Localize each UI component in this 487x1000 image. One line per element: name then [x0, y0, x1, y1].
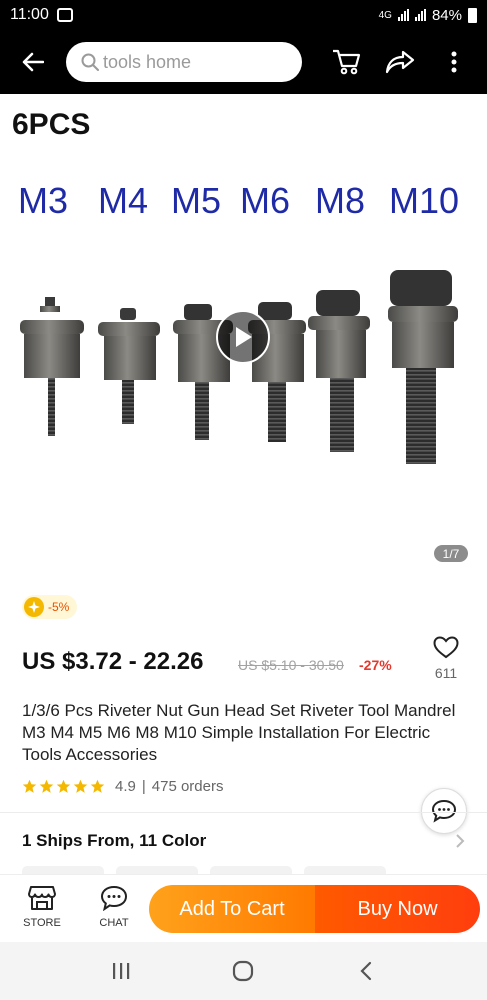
signal-icon: [397, 9, 409, 21]
search-placeholder: tools home: [103, 51, 192, 72]
bottom-action-bar: STORE CHAT Add To Cart Buy Now: [0, 874, 487, 942]
coin-star-icon: [24, 597, 44, 617]
rating-value: 4.9: [115, 778, 136, 795]
store-icon: [28, 886, 56, 910]
off-percent: -27%: [359, 657, 392, 673]
back-arrow-icon: [22, 52, 44, 72]
signal-icon-2: [414, 9, 426, 21]
search-input[interactable]: tools home: [66, 42, 302, 82]
rating-separator: |: [141, 778, 146, 795]
chat-button[interactable]: CHAT: [90, 885, 138, 929]
product-gallery[interactable]: 6PCS M3 M4 M5 M6 M8 M10 1/7: [0, 94, 487, 578]
cart-icon: [333, 49, 361, 75]
product-title: 1/3/6 Pcs Riveter Nut Gun Head Set Rivet…: [22, 701, 456, 764]
network-label: 4G: [378, 9, 392, 21]
notification-icon: [56, 8, 73, 22]
orders-count: 475 orders: [151, 778, 224, 795]
price: US $3.72 - 22.26: [22, 648, 204, 675]
chat-icon: [100, 885, 128, 911]
cart-button[interactable]: [326, 42, 366, 82]
star-icon: [22, 779, 37, 793]
recent-apps-button[interactable]: [101, 951, 141, 991]
wishlist-count: 611: [434, 665, 458, 681]
status-time: 11:00: [10, 6, 49, 23]
play-icon: [236, 327, 252, 347]
message-button[interactable]: [421, 788, 467, 834]
store-button[interactable]: STORE: [18, 885, 66, 929]
back-button[interactable]: [0, 30, 66, 94]
star-icon: [39, 779, 54, 793]
more-button[interactable]: [434, 42, 474, 82]
recent-apps-icon: [113, 963, 130, 979]
rating-row[interactable]: 4.9 | 475 orders: [22, 778, 223, 795]
chevron-right-icon: [456, 834, 465, 848]
system-nav-bar: [0, 942, 487, 1000]
buy-now-button[interactable]: Buy Now: [315, 885, 480, 933]
status-bar: 11:00 4G 84%: [0, 0, 487, 30]
chat-label: CHAT: [99, 917, 129, 929]
star-icon: [90, 779, 105, 793]
share-icon: [385, 50, 415, 74]
rating-stars: [22, 779, 105, 794]
discount-badge: -5%: [22, 595, 78, 619]
status-right: 4G 84%: [379, 7, 477, 24]
star-icon: [73, 779, 88, 793]
share-button[interactable]: [380, 42, 420, 82]
original-price: US $5.10 - 30.50: [238, 657, 344, 673]
chat-bubble-icon: [431, 799, 457, 823]
battery-label: 84%: [431, 6, 462, 24]
star-icon: [56, 779, 71, 793]
section-divider: [0, 812, 487, 813]
system-back-button[interactable]: [346, 951, 386, 991]
home-button[interactable]: [223, 951, 263, 991]
gallery-page-indicator: 1/7: [434, 545, 468, 562]
search-icon: [81, 53, 99, 71]
home-icon: [233, 960, 254, 982]
system-back-icon: [360, 961, 371, 981]
product-page: 11:00 4G 84% tools home 6PCS M3 M4 M5 M6…: [0, 0, 487, 1000]
more-icon: [451, 51, 457, 73]
heart-icon: [433, 636, 459, 659]
top-nav: tools home: [0, 30, 487, 94]
nav-actions: [326, 42, 474, 82]
wishlist-button[interactable]: 611: [428, 636, 464, 681]
battery-icon: [468, 7, 477, 23]
discount-percent: -5%: [48, 600, 70, 614]
add-to-cart-button[interactable]: Add To Cart: [149, 885, 315, 933]
play-video-button[interactable]: [216, 310, 270, 364]
store-label: STORE: [23, 917, 61, 929]
ships-from-row[interactable]: 1 Ships From, 11 Color: [22, 831, 206, 851]
